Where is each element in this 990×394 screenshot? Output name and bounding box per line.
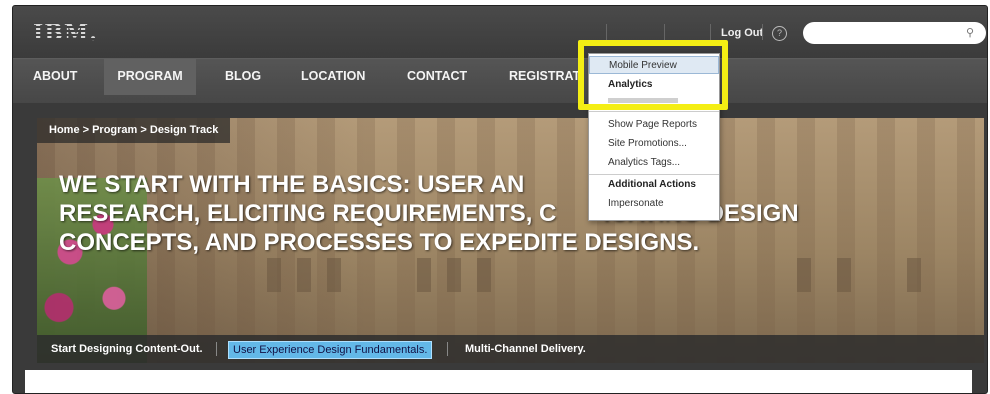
logout-link[interactable]: Log Out [721,27,763,39]
menu-item-site-promotions[interactable]: Site Promotions... [589,135,719,153]
top-bar: IBM. Log Out ? ⚲ [13,6,987,58]
headline-line-3: CONCEPTS, AND PROCESSES TO EXPEDITE DESI… [59,229,700,256]
divider [710,24,711,40]
track-tabs: Start Designing Content-Out. User Experi… [37,335,984,363]
menu-divider [589,174,719,175]
search-input[interactable] [803,22,986,44]
menu-item-impersonate[interactable]: Impersonate [589,195,719,213]
hero-banner: Home > Program > Design Track WE START W… [37,118,984,363]
nav-about[interactable]: ABOUT [19,59,91,95]
help-icon[interactable]: ? [772,26,787,41]
divider [216,342,217,356]
menu-item-page-reports[interactable]: Show Page Reports [589,116,719,134]
menu-item-analytics-tags[interactable]: Analytics Tags... [589,154,719,172]
divider [762,24,763,40]
tab-multichannel[interactable]: Multi-Channel Delivery. [461,341,590,357]
window [907,258,921,292]
nav-location[interactable]: LOCATION [287,59,379,95]
window [297,258,311,292]
window [417,258,431,292]
divider [447,342,448,356]
headline-line-1: WE START WITH THE BASICS: USER AN TITIVE [59,171,666,198]
nav-program[interactable]: PROGRAM [104,59,196,95]
window [837,258,851,292]
annotation-highlight [578,40,728,110]
content-area [25,370,972,393]
window [797,258,811,292]
divider [664,24,665,40]
breadcrumb[interactable]: Home > Program > Design Track [37,118,231,143]
window [447,258,461,292]
tab-ux-fundamentals[interactable]: User Experience Design Fundamentals. [228,341,433,359]
browser-page: IBM. Log Out ? ⚲ ABOUT PROGRAM BLOG LOCA… [12,5,988,394]
hero-headline: WE START WITH THE BASICS: USER AN TITIVE… [59,170,959,257]
headline-line-2: RESEARCH, ELICITING REQUIREMENTS, C ICAT… [59,200,799,227]
search-icon[interactable]: ⚲ [966,26,974,39]
divider [606,24,607,40]
menu-divider [589,111,719,112]
window [327,258,341,292]
main-nav: ABOUT PROGRAM BLOG LOCATION CONTACT REGI… [13,58,987,103]
ibm-logo[interactable]: IBM. [33,20,98,46]
window [267,258,281,292]
tab-content-out[interactable]: Start Designing Content-Out. [47,341,207,357]
window [477,258,491,292]
menu-heading-additional-actions: Additional Actions [608,179,696,190]
nav-contact[interactable]: CONTACT [393,59,481,95]
nav-blog[interactable]: BLOG [211,59,275,95]
